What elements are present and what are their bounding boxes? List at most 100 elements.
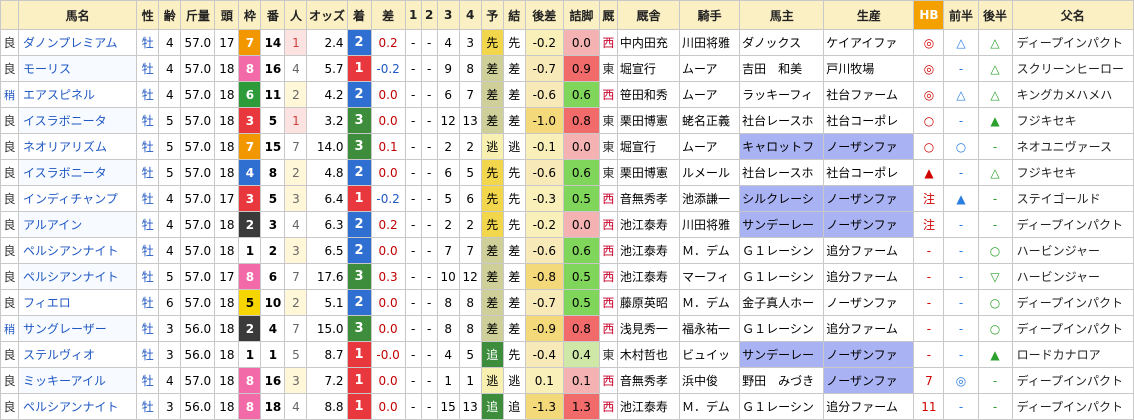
table-row[interactable]: 良ネオリアリズム牡 5 57.0 18 7 15 7 14.0 3 0.1- -2 2 逃逃 -0.1 0.… (0, 133, 1134, 160)
sire-name[interactable]: ディープインパクト (1011, 315, 1134, 342)
table-row[interactable]: 良アルアイン牡 4 57.0 18 2 3 4 6.3 2 0.2- -2 2 先先 -0.2 0.0 西池江… (0, 211, 1134, 238)
breeder-name[interactable]: 社台コーポレ (823, 107, 915, 134)
sire-name[interactable]: ハービンジャー (1011, 263, 1134, 290)
header-1[interactable]: 性 (136, 0, 160, 30)
breeder-name[interactable]: 追分ファーム (823, 263, 915, 290)
trainer-name[interactable]: 木村哲也 (616, 341, 681, 368)
sire-name[interactable]: ディープインパクト (1011, 367, 1134, 394)
horse-name-link[interactable]: アルアイン (18, 211, 138, 238)
trainer-name[interactable]: 浅見秀一 (616, 315, 681, 342)
trainer-name[interactable]: 中内田充 (616, 29, 681, 56)
header-18[interactable]: 詰脚 (562, 0, 600, 30)
breeder-name[interactable]: 追分ファーム (823, 315, 915, 342)
header-2[interactable]: 齢 (158, 0, 182, 30)
sire-name[interactable]: ロードカナロア (1011, 341, 1134, 368)
owner-name[interactable]: 社台レースホ (739, 159, 825, 186)
horse-name-link[interactable]: ステルヴィオ (18, 341, 138, 368)
owner-name[interactable]: シルクレーシ (739, 185, 825, 212)
breeder-name[interactable]: ノーザンファ (823, 289, 915, 316)
breeder-name[interactable]: 社台ファーム (823, 81, 915, 108)
header-21[interactable]: 騎手 (679, 0, 741, 30)
sire-name[interactable]: ネオユニヴァース (1011, 133, 1134, 160)
owner-name[interactable]: Ｇ１レーシン (739, 393, 825, 420)
table-row[interactable]: 稍エアスピネル牡 4 57.0 18 6 11 2 4.2 2 0.0- -6 7 差差 -0.6 0.6 西… (0, 81, 1134, 108)
breeder-name[interactable]: 追分ファーム (823, 237, 915, 264)
jockey-name[interactable]: 蛯名正義 (679, 107, 741, 134)
table-row[interactable]: 良インディチャンプ牡 4 57.0 17 3 5 3 6.4 1 -0.2- -5 6 先先 -0.3 0.… (0, 185, 1134, 212)
header-0[interactable]: 馬名 (18, 0, 138, 30)
trainer-name[interactable]: 堀宣行 (616, 55, 681, 82)
jockey-name[interactable]: ムーア (679, 133, 741, 160)
header-17[interactable]: 後差 (524, 0, 564, 30)
horse-name-link[interactable]: フィエロ (18, 289, 138, 316)
sire-name[interactable]: スクリーンヒーロー (1011, 55, 1134, 82)
jockey-name[interactable]: ムーア (679, 81, 741, 108)
header-3[interactable]: 斤量 (180, 0, 216, 30)
breeder-name[interactable]: ケイアイファ (823, 29, 915, 56)
trainer-name[interactable]: 栗田博憲 (616, 107, 681, 134)
owner-name[interactable]: 金子真人ホー (739, 289, 825, 316)
table-row[interactable]: 良ダノンプレミアム牡 4 57.0 17 7 14 1 2.4 2 0.2- -4 3 先先 -0.2 0.… (0, 29, 1134, 56)
horse-name-link[interactable]: イスラボニータ (18, 159, 138, 186)
header-6[interactable]: 番 (260, 0, 286, 30)
sire-name[interactable]: ステイゴールド (1011, 185, 1134, 212)
header-13[interactable]: 3 (436, 0, 460, 30)
horse-name-link[interactable]: ネオリアリズム (18, 133, 138, 160)
header-5[interactable]: 枠 (238, 0, 262, 30)
sire-name[interactable]: キングカメハメハ (1011, 81, 1134, 108)
owner-name[interactable]: Ｇ１レーシン (739, 315, 825, 342)
breeder-name[interactable]: ノーザンファ (823, 185, 915, 212)
sire-name[interactable]: ディープインパクト (1011, 211, 1134, 238)
jockey-name[interactable]: マーフィ (679, 263, 741, 290)
owner-name[interactable]: ダノックス (739, 29, 825, 56)
table-row[interactable]: 良フィエロ牡 6 57.0 18 5 10 2 5.1 2 0.0- -8 8 差差 -0.7 0.5 西藤原… (0, 289, 1134, 316)
sire-name[interactable]: ディープインパクト (1011, 393, 1134, 420)
table-row[interactable]: 良モーリス牡 4 57.0 18 8 16 4 5.7 1 -0.2- -9 8 差差 -0.7 0.9 東堀… (0, 55, 1134, 82)
header-15[interactable]: 予 (480, 0, 504, 30)
jockey-name[interactable]: Ｍ．デム (679, 393, 741, 420)
owner-name[interactable]: 吉田 和美 (739, 55, 825, 82)
header-11[interactable]: 1 (404, 0, 422, 30)
horse-name-link[interactable]: インディチャンプ (18, 185, 138, 212)
header-24[interactable]: HB (913, 0, 945, 30)
header-9[interactable]: 着 (346, 0, 372, 30)
jockey-name[interactable]: 福永祐一 (679, 315, 741, 342)
table-row[interactable]: 良ペルシアンナイト牡 3 56.0 18 8 18 4 8.8 1 0.0- -15 13 追追 -1.3… (0, 393, 1134, 420)
sire-name[interactable]: ディープインパクト (1011, 289, 1134, 316)
jockey-name[interactable]: 浜中俊 (679, 367, 741, 394)
horse-name-link[interactable]: イスラボニータ (18, 107, 138, 134)
header-16[interactable]: 結 (502, 0, 526, 30)
owner-name[interactable]: キャロットフ (739, 133, 825, 160)
header-23[interactable]: 生産 (823, 0, 915, 30)
header-25[interactable]: 前半 (943, 0, 979, 30)
header-19[interactable]: 厩 (598, 0, 618, 30)
breeder-name[interactable]: ノーザンファ (823, 367, 915, 394)
horse-name-link[interactable]: ミッキーアイル (18, 367, 138, 394)
breeder-name[interactable]: ノーザンファ (823, 341, 915, 368)
owner-name[interactable]: サンデーレー (739, 211, 825, 238)
horse-name-link[interactable]: ペルシアンナイト (18, 393, 138, 420)
header-7[interactable]: 人 (284, 0, 308, 30)
trainer-name[interactable]: 池江泰寿 (616, 263, 681, 290)
trainer-name[interactable]: 池江泰寿 (616, 393, 681, 420)
sire-name[interactable]: ディープインパクト (1011, 29, 1134, 56)
trainer-name[interactable]: 堀宣行 (616, 133, 681, 160)
header-8[interactable]: オッズ (306, 0, 348, 30)
owner-name[interactable]: 野田 みづき (739, 367, 825, 394)
horse-name-link[interactable]: ペルシアンナイト (18, 263, 138, 290)
jockey-name[interactable]: ムーア (679, 55, 741, 82)
owner-name[interactable]: 社台レースホ (739, 107, 825, 134)
horse-name-link[interactable]: ダノンプレミアム (18, 29, 138, 56)
owner-name[interactable]: サンデーレー (739, 341, 825, 368)
sire-name[interactable]: フジキセキ (1011, 159, 1134, 186)
jockey-name[interactable]: ルメール (679, 159, 741, 186)
trainer-name[interactable]: 音無秀孝 (616, 367, 681, 394)
jockey-name[interactable]: 川田将雅 (679, 211, 741, 238)
table-row[interactable]: 良ペルシアンナイト牡 5 57.0 17 8 6 7 17.6 3 0.3- -10 12 差差 -0.8… (0, 263, 1134, 290)
trainer-name[interactable]: 音無秀孝 (616, 185, 681, 212)
trainer-name[interactable]: 池江泰寿 (616, 237, 681, 264)
header-12[interactable]: 2 (420, 0, 438, 30)
breeder-name[interactable]: ノーザンファ (823, 133, 915, 160)
header-10[interactable]: 差 (370, 0, 406, 30)
header-22[interactable]: 馬主 (739, 0, 825, 30)
